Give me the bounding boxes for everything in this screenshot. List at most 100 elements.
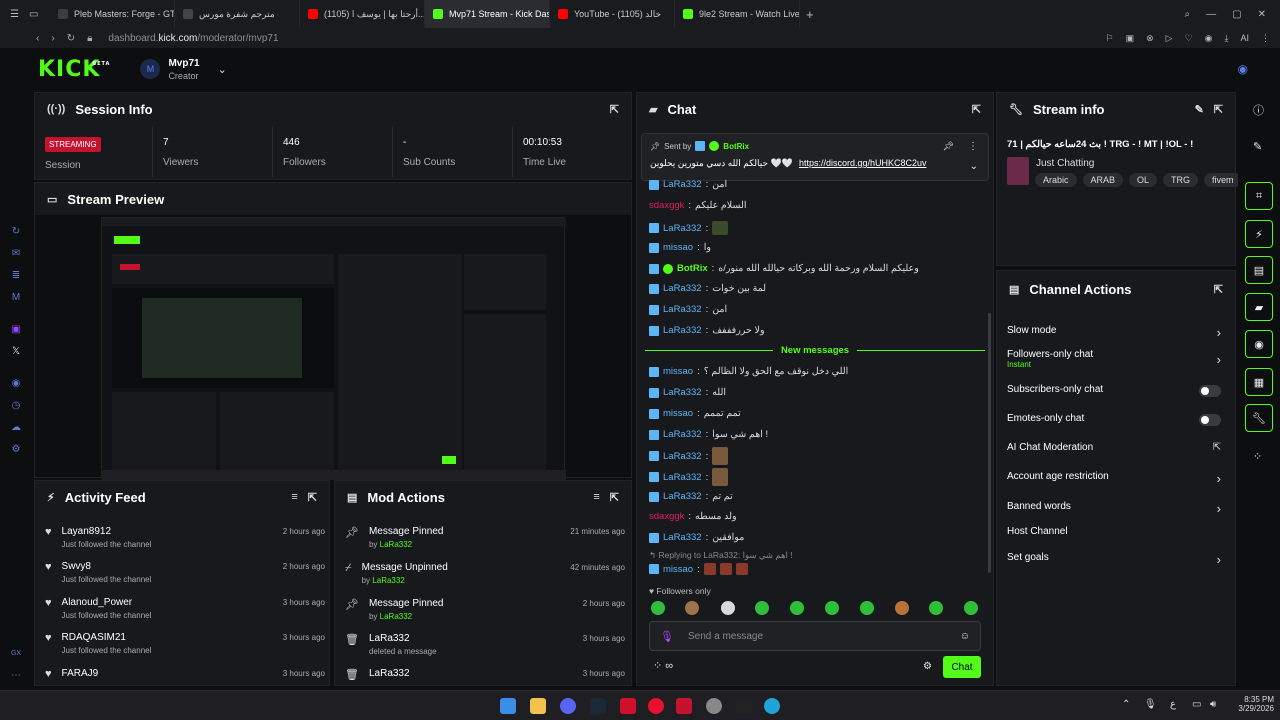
- rail-button-chat[interactable]: ▰: [1245, 293, 1273, 321]
- browser-tab[interactable]: Pleb Masters: Forge - GTA: [50, 0, 175, 28]
- gx-icon[interactable]: GX: [9, 650, 23, 664]
- filter-icon[interactable]: ≡: [291, 491, 297, 503]
- tag[interactable]: ARAB: [1082, 173, 1124, 187]
- browser-menu-dots-icon[interactable]: ⋮: [1261, 33, 1270, 44]
- adobe-icon[interactable]: [620, 698, 636, 714]
- chat-username[interactable]: LaRa332: [663, 179, 702, 190]
- opera-icon[interactable]: [648, 698, 664, 714]
- language-indicator[interactable]: ع: [1170, 699, 1176, 710]
- gmail-icon[interactable]: M: [9, 292, 23, 306]
- pop-out-icon[interactable]: ⇱: [1214, 103, 1223, 116]
- action-host-channel[interactable]: Host Channel: [1007, 526, 1225, 537]
- pop-out-icon[interactable]: ⇱: [610, 491, 619, 504]
- heart-icon[interactable]: ♡: [1185, 33, 1193, 44]
- maximize-icon[interactable]: ▢: [1232, 9, 1241, 20]
- chat-username[interactable]: LaRa332: [663, 451, 702, 462]
- chat-username[interactable]: missao: [663, 366, 693, 377]
- emote-icon[interactable]: [755, 601, 769, 615]
- filter-icon[interactable]: ≡: [593, 491, 599, 503]
- edit-icon[interactable]: ✎: [1253, 140, 1262, 153]
- avatar[interactable]: M: [140, 59, 161, 79]
- chat-username[interactable]: LaRa332: [663, 532, 702, 543]
- shield-icon[interactable]: ⊗: [1146, 33, 1154, 44]
- rail-button-lightning[interactable]: ⚡︎: [1245, 220, 1273, 248]
- pop-out-icon[interactable]: ⇱: [610, 103, 619, 116]
- bookmark-icon[interactable]: ⚐: [1106, 33, 1114, 44]
- action-followers-only[interactable]: Followers-only chat Instant ›: [1007, 349, 1225, 369]
- settings-icon[interactable]: ⚙: [9, 444, 23, 458]
- twitch-icon[interactable]: ▣: [9, 324, 23, 338]
- chat-username[interactable]: LaRa332: [663, 304, 702, 315]
- tray-chevron-icon[interactable]: ⌃: [1122, 699, 1130, 710]
- chat-username[interactable]: LaRa332: [663, 429, 702, 440]
- action-ai-moderation[interactable]: AI Chat Moderation ⇱: [1007, 442, 1225, 453]
- chat-username[interactable]: LaRa332: [663, 223, 702, 234]
- search-icon[interactable]: ⌕: [1185, 9, 1191, 20]
- chat-scrollbar[interactable]: [988, 313, 991, 573]
- mic-icon[interactable]: 🎙︎: [660, 630, 674, 643]
- points-icon[interactable]: ⁘ ∞: [653, 659, 673, 672]
- chat-username[interactable]: missao: [663, 242, 693, 253]
- emote-icon[interactable]: [790, 601, 804, 615]
- microphone-icon[interactable]: 🎙︎: [1144, 699, 1157, 710]
- app-icon[interactable]: [676, 698, 692, 714]
- close-icon[interactable]: ✕: [1258, 9, 1266, 20]
- edit-icon[interactable]: ✎: [1195, 103, 1204, 116]
- history-icon[interactable]: ◷: [9, 400, 23, 414]
- gear-icon[interactable]: ⚙: [923, 661, 932, 672]
- subscribers-only-toggle[interactable]: [1199, 385, 1221, 397]
- rail-button-doc[interactable]: ▤: [1245, 256, 1273, 284]
- chevron-down-icon[interactable]: ⌄: [218, 63, 227, 76]
- chat-username[interactable]: sdaxggk: [649, 511, 684, 522]
- pinned-link[interactable]: https://discord.gg/hUHKC8C2uv: [799, 158, 927, 169]
- github-icon[interactable]: [706, 698, 722, 714]
- pinned-user[interactable]: BotRix: [723, 142, 749, 151]
- emote-icon[interactable]: [825, 601, 839, 615]
- chat-username[interactable]: LaRa332: [663, 325, 702, 336]
- chat-username[interactable]: LaRa332: [663, 283, 702, 294]
- action-slow-mode[interactable]: Slow mode ›: [1007, 325, 1225, 340]
- tag[interactable]: fivem: [1204, 173, 1242, 187]
- profile-icon[interactable]: ◉: [1205, 33, 1213, 44]
- download-icon[interactable]: ⤓: [1225, 33, 1229, 44]
- new-tab-button[interactable]: +: [806, 7, 814, 22]
- browser-tab[interactable]: مترجم شفرة مورس: [175, 0, 300, 28]
- emote-icon[interactable]: [721, 601, 735, 615]
- emotes-only-toggle[interactable]: [1199, 414, 1221, 426]
- browser-tab[interactable]: YouTube - خالد (1105): [550, 0, 675, 28]
- emote-icon[interactable]: [651, 601, 665, 615]
- rail-button-scan[interactable]: ⌗: [1245, 182, 1273, 210]
- extension-icon[interactable]: ▣: [1126, 33, 1135, 44]
- tab-groups-icon[interactable]: ▭: [29, 9, 38, 20]
- mod-user[interactable]: LaRa332: [372, 576, 404, 585]
- network-icon[interactable]: ▭: [1192, 699, 1201, 710]
- play-icon[interactable]: ▷: [1166, 33, 1173, 44]
- chat-username[interactable]: missao: [663, 564, 693, 575]
- tag[interactable]: TRG: [1163, 173, 1199, 187]
- rail-button-wrench[interactable]: 🔧︎: [1245, 404, 1273, 432]
- chat-username[interactable]: sdaxggk: [649, 200, 684, 211]
- forward-icon[interactable]: ›: [51, 33, 54, 44]
- x-icon[interactable]: 𝕏: [9, 346, 23, 360]
- tag[interactable]: Arabic: [1035, 173, 1077, 187]
- pop-out-icon[interactable]: ⇱: [972, 103, 981, 116]
- tag[interactable]: OL: [1129, 173, 1158, 187]
- mod-user[interactable]: LaRa332: [380, 612, 412, 621]
- volume-icon[interactable]: 🔊︎: [1210, 699, 1216, 710]
- info-icon[interactable]: ⓘ: [1253, 102, 1264, 118]
- sync-icon[interactable]: ↻: [9, 226, 23, 240]
- chat-username[interactable]: LaRa332: [663, 472, 702, 483]
- action-account-age[interactable]: Account age restriction ›: [1007, 471, 1225, 486]
- epic-icon[interactable]: [736, 698, 752, 714]
- steam-icon[interactable]: [590, 698, 606, 714]
- action-banned-words[interactable]: Banned words ›: [1007, 501, 1225, 516]
- rail-button-broadcast[interactable]: ◉: [1245, 330, 1273, 358]
- url-field[interactable]: dashboard.kick.com/moderator/mvp71: [108, 33, 278, 44]
- send-button[interactable]: Chat: [943, 656, 981, 678]
- media-icon[interactable]: ◉: [9, 378, 23, 392]
- stream-video[interactable]: [101, 217, 566, 480]
- globe-icon[interactable]: ◉: [1238, 62, 1248, 76]
- emote-icon[interactable]: [964, 601, 978, 615]
- unpin-icon[interactable]: 📌︎: [943, 141, 954, 152]
- emote-icon[interactable]: [929, 601, 943, 615]
